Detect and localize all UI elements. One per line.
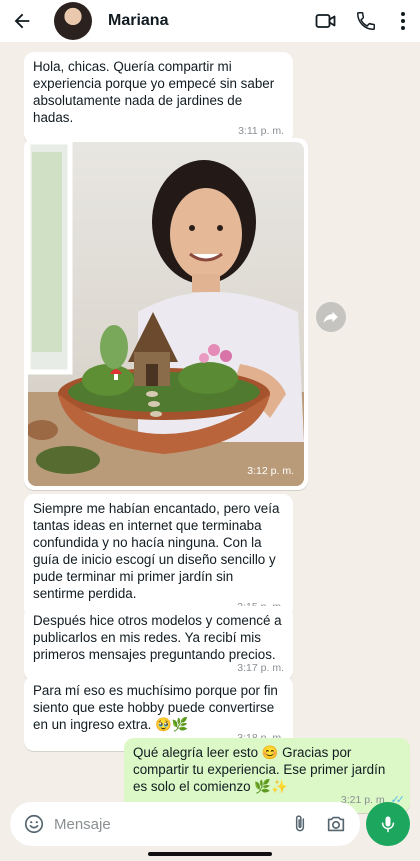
- attach-button[interactable]: [282, 802, 318, 846]
- message-bubble-incoming[interactable]: Después hice otros modelos y comencé a p…: [24, 606, 293, 681]
- message-input[interactable]: [54, 815, 282, 833]
- photo-illustration: [28, 142, 304, 486]
- more-options-button[interactable]: [386, 0, 420, 42]
- more-options-icon: [401, 12, 405, 30]
- emoji-icon: [24, 814, 44, 834]
- voice-message-button[interactable]: [366, 802, 410, 846]
- fairy-garden-photo[interactable]: 3:12 p. m.: [28, 142, 304, 486]
- chat-header: Mariana: [0, 0, 420, 42]
- message-text: Qué alegría leer esto 😊 Gracias por comp…: [133, 745, 386, 794]
- avatar[interactable]: [54, 2, 92, 40]
- back-arrow-icon: [14, 13, 30, 29]
- message-bubble-incoming[interactable]: Hola, chicas. Quería compartir mi experi…: [24, 52, 293, 144]
- contact-name[interactable]: Mariana: [108, 12, 306, 30]
- message-text: Siempre me habían encantado, pero veía t…: [33, 501, 280, 601]
- phone-icon: [357, 12, 375, 30]
- message-time: 3:17 p. m.: [237, 662, 284, 674]
- message-composer: [10, 802, 360, 846]
- message-text: Hola, chicas. Quería compartir mi experi…: [33, 59, 275, 125]
- video-call-button[interactable]: [306, 0, 346, 42]
- voice-call-button[interactable]: [346, 0, 386, 42]
- message-text: Para mí eso es muchísimo porque por fin …: [33, 683, 278, 732]
- message-bubble-incoming[interactable]: Siempre me habían encantado, pero veía t…: [24, 494, 293, 620]
- chat-area[interactable]: Hola, chicas. Quería compartir mi experi…: [0, 42, 420, 813]
- forward-button[interactable]: [316, 302, 346, 332]
- forward-icon: [323, 311, 338, 323]
- message-text: Después hice otros modelos y comencé a p…: [33, 613, 282, 662]
- back-button[interactable]: [0, 0, 44, 42]
- image-message[interactable]: 3:12 p. m.: [24, 138, 308, 490]
- home-indicator: [148, 852, 272, 856]
- attach-icon: [295, 815, 305, 832]
- camera-icon: [327, 816, 345, 832]
- mic-icon: [381, 816, 395, 833]
- camera-button[interactable]: [318, 802, 354, 846]
- message-time: 3:12 p. m.: [247, 465, 294, 477]
- video-call-icon: [315, 14, 336, 28]
- emoji-button[interactable]: [14, 802, 54, 846]
